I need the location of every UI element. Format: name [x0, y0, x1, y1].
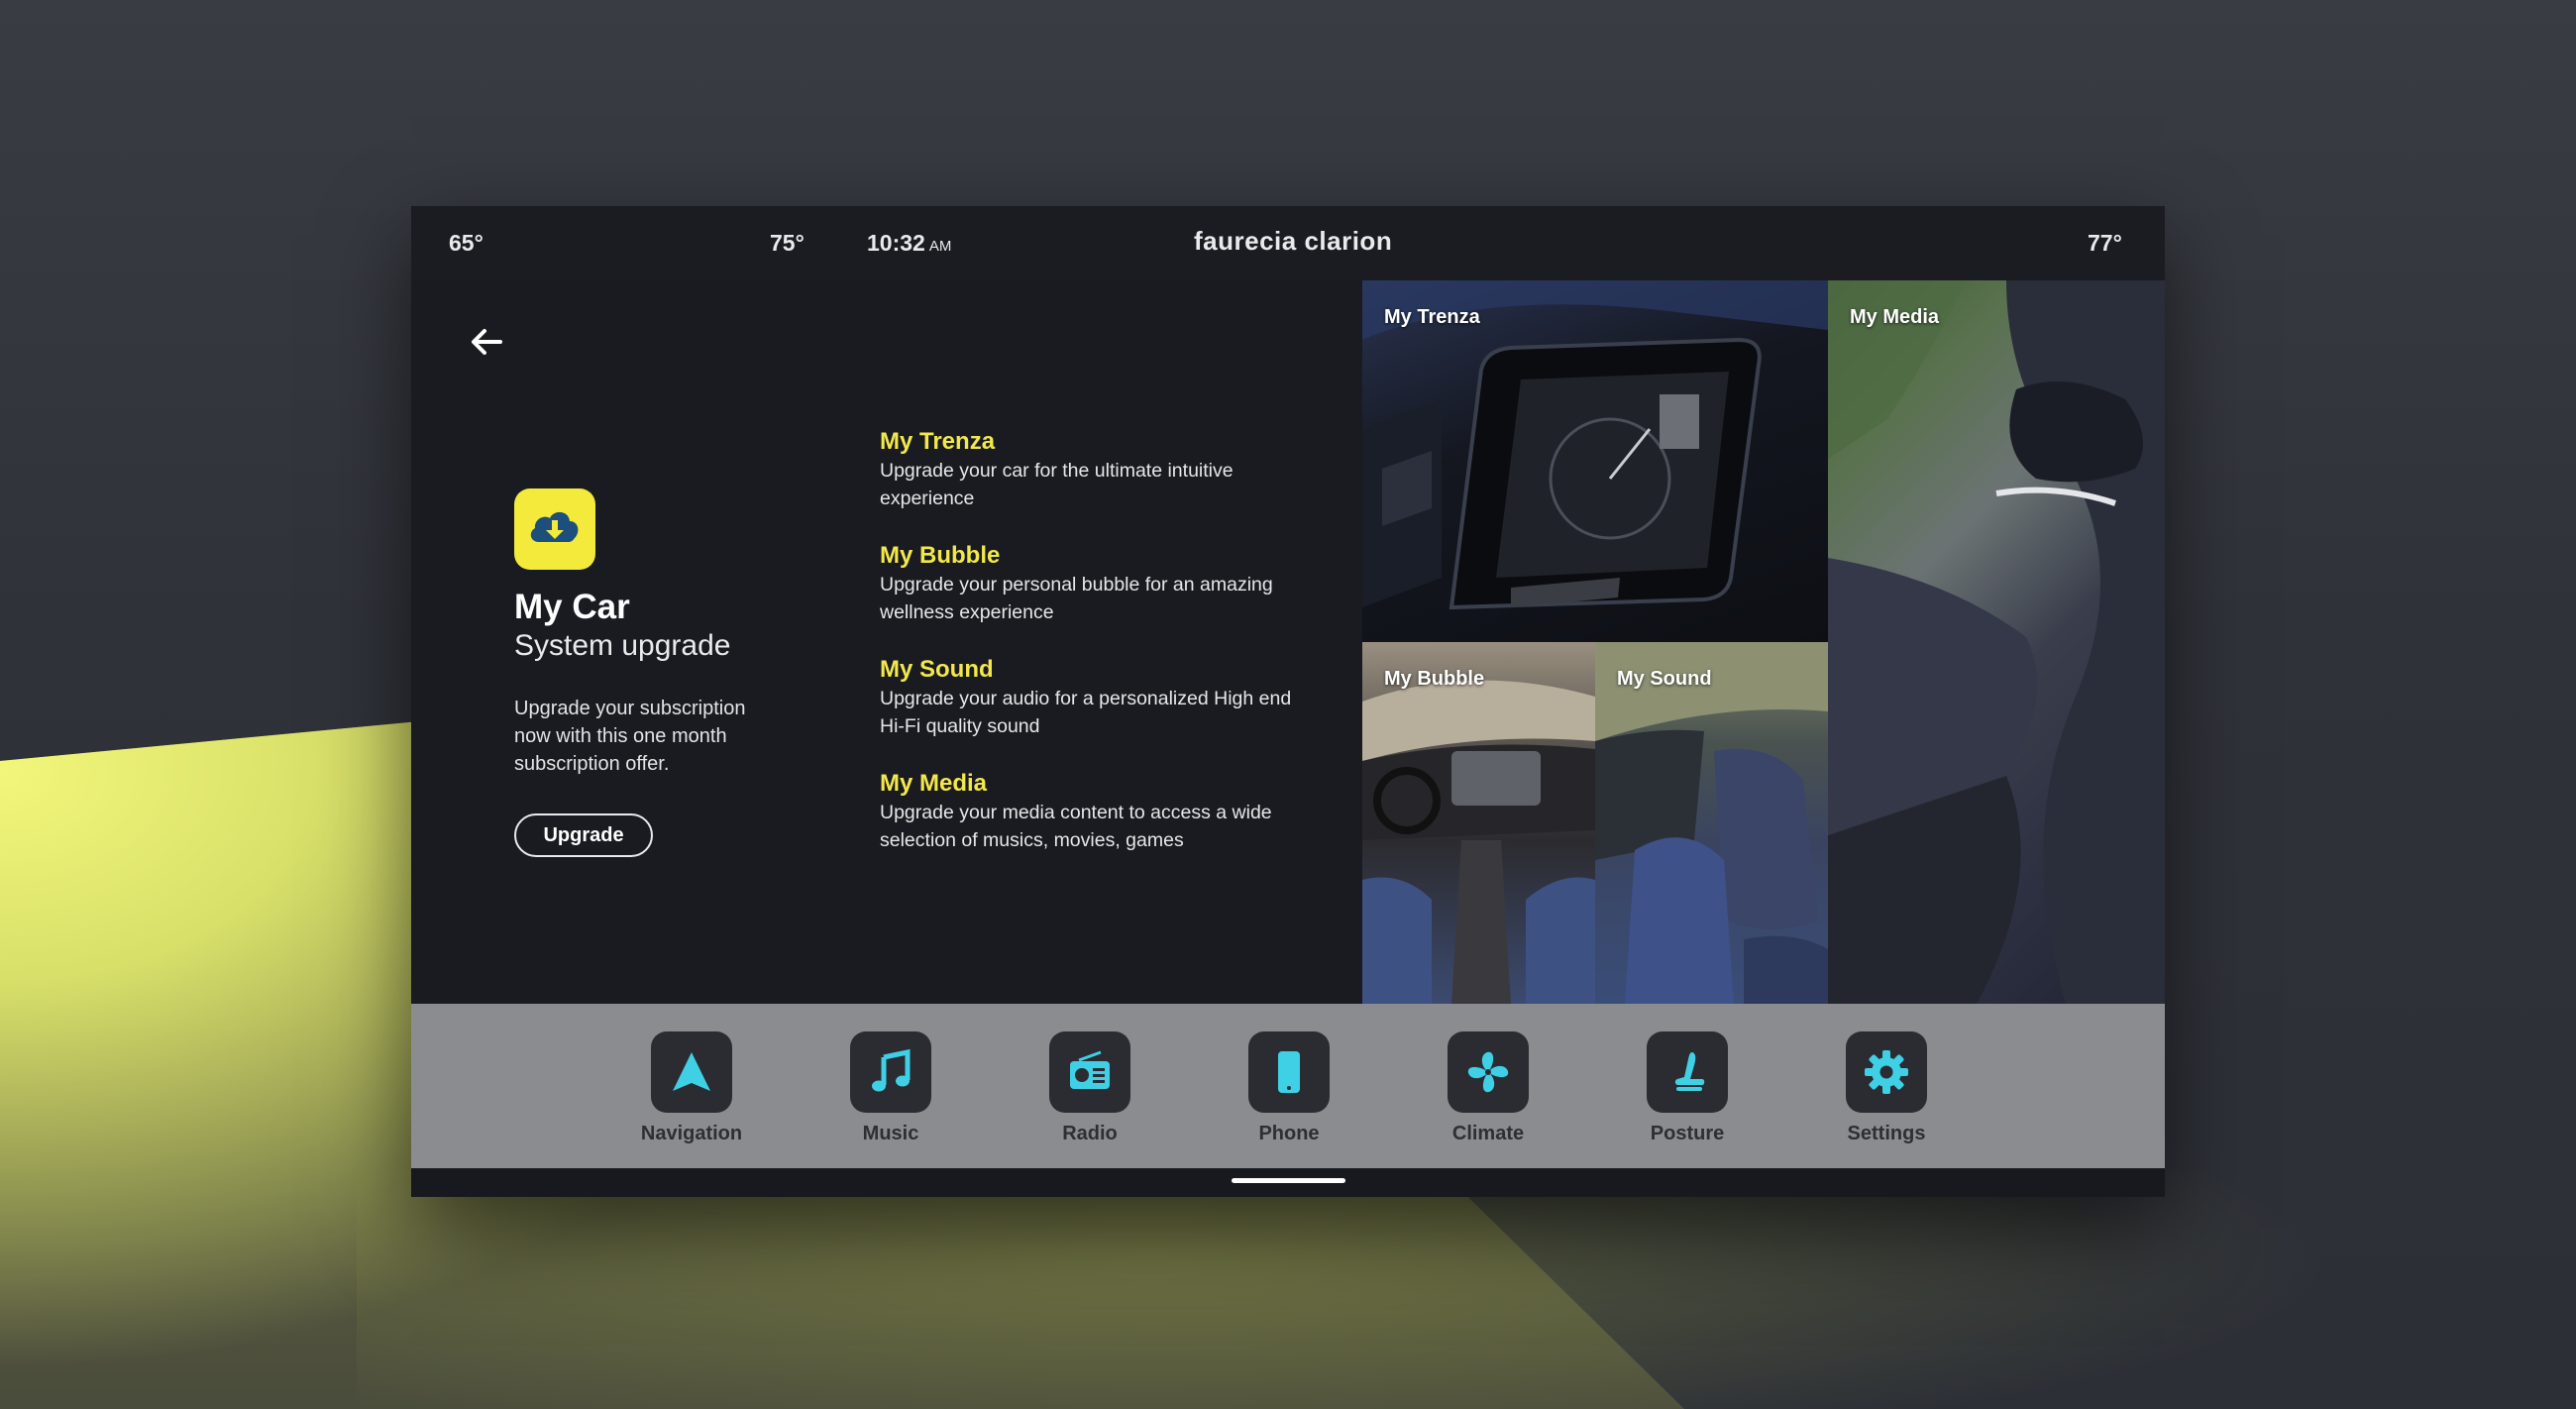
gear-icon [1865, 1050, 1908, 1094]
page-subtitle: System upgrade [514, 629, 731, 662]
status-bar: 65° 75° 10:32 AM faurecia clarion 77° [411, 206, 2165, 280]
seat-icon [1674, 1052, 1705, 1091]
phone-icon [1278, 1051, 1300, 1093]
feature-item[interactable]: My Bubble Upgrade your personal bubble f… [880, 541, 1296, 626]
dock-phone[interactable]: Phone [1220, 1031, 1358, 1145]
dashboard-image [1362, 280, 1828, 610]
app-dock: Navigation Music Radio Phone Climate Pos… [411, 1004, 2165, 1168]
feature-item[interactable]: My Media Upgrade your media content to a… [880, 769, 1296, 854]
infotainment-screen: 65° 75° 10:32 AM faurecia clarion 77° My … [411, 206, 2165, 1197]
feature-item[interactable]: My Trenza Upgrade your car for the ultim… [880, 427, 1296, 512]
dock-posture[interactable]: Posture [1618, 1031, 1757, 1145]
feature-description: Upgrade your personal bubble for an amaz… [880, 574, 1273, 623]
cloud-download-icon [530, 511, 579, 542]
dock-label: Music [862, 1123, 919, 1144]
clock-time: 10:32 [867, 230, 925, 256]
tile-my-sound[interactable]: My Sound [1595, 642, 1828, 1004]
dock-label: Radio [1062, 1123, 1118, 1144]
temp-mid[interactable]: 75° [770, 230, 805, 257]
clock-ampm: AM [928, 238, 952, 255]
home-indicator[interactable] [1232, 1178, 1345, 1183]
home-indicator-area [411, 1168, 2165, 1197]
feature-name: My Sound [880, 656, 994, 683]
feature-name: My Bubble [880, 542, 1001, 569]
dock-climate[interactable]: Climate [1419, 1031, 1557, 1145]
arrow-left-icon [472, 329, 502, 355]
dock-settings[interactable]: Settings [1817, 1031, 1956, 1145]
dock-label: Posture [1650, 1123, 1725, 1144]
temp-left[interactable]: 65° [449, 230, 483, 257]
radio-button[interactable] [1049, 1031, 1130, 1113]
upgrade-panel: My Car System upgrade Upgrade your subsc… [411, 280, 1362, 1004]
tile-my-trenza[interactable]: My Trenza [1362, 280, 1828, 642]
feature-item[interactable]: My Sound Upgrade your audio for a person… [880, 655, 1296, 740]
temp-right[interactable]: 77° [2088, 230, 2122, 257]
feature-description: Upgrade your audio for a personalized Hi… [880, 688, 1292, 737]
feature-list: My Trenza Upgrade your car for the ultim… [880, 427, 1296, 883]
dock-radio[interactable]: Radio [1020, 1031, 1159, 1145]
tile-label: My Sound [1617, 668, 1712, 690]
climate-button[interactable] [1448, 1031, 1529, 1113]
settings-button[interactable] [1846, 1031, 1927, 1113]
page-title: My Car [514, 588, 630, 626]
dock-music[interactable]: Music [821, 1031, 960, 1145]
feature-name: My Media [880, 770, 988, 797]
tile-label: My Media [1850, 306, 1940, 328]
upgrade-button[interactable]: Upgrade [514, 813, 653, 857]
tile-my-media[interactable]: My Media [1828, 280, 2165, 1004]
navigation-button[interactable] [651, 1031, 732, 1113]
music-note-icon [872, 1048, 911, 1092]
brand-logo: faurecia clarion [1194, 226, 1393, 256]
offer-description: Upgrade your subscription now with this … [514, 698, 746, 775]
phone-button[interactable] [1248, 1031, 1330, 1113]
dock-label: Settings [1847, 1123, 1926, 1144]
dock-label: Climate [1451, 1123, 1525, 1144]
feature-description: Upgrade your car for the ultimate intuit… [880, 460, 1234, 509]
tile-my-bubble[interactable]: My Bubble [1362, 642, 1595, 1004]
back-button[interactable] [467, 322, 506, 362]
app-icon [514, 488, 595, 570]
dock-navigation[interactable]: Navigation [622, 1031, 761, 1145]
seat-detail-image [1828, 280, 2165, 1004]
interior-image [1595, 642, 1828, 1004]
background-glow [357, 1169, 2338, 1409]
navigation-arrow-icon [673, 1052, 710, 1091]
dock-label: Phone [1258, 1123, 1320, 1144]
feature-name: My Trenza [880, 428, 996, 455]
tile-label: My Trenza [1384, 306, 1480, 328]
radio-icon [1070, 1050, 1110, 1089]
clock: 10:32 AM [867, 230, 951, 257]
cockpit-image [1362, 680, 1595, 1004]
posture-button[interactable] [1647, 1031, 1728, 1113]
feature-description: Upgrade your media content to access a w… [880, 802, 1272, 851]
fan-icon [1467, 1051, 1509, 1093]
dock-label: Navigation [640, 1123, 743, 1144]
tile-label: My Bubble [1384, 668, 1485, 690]
music-button[interactable] [850, 1031, 931, 1113]
